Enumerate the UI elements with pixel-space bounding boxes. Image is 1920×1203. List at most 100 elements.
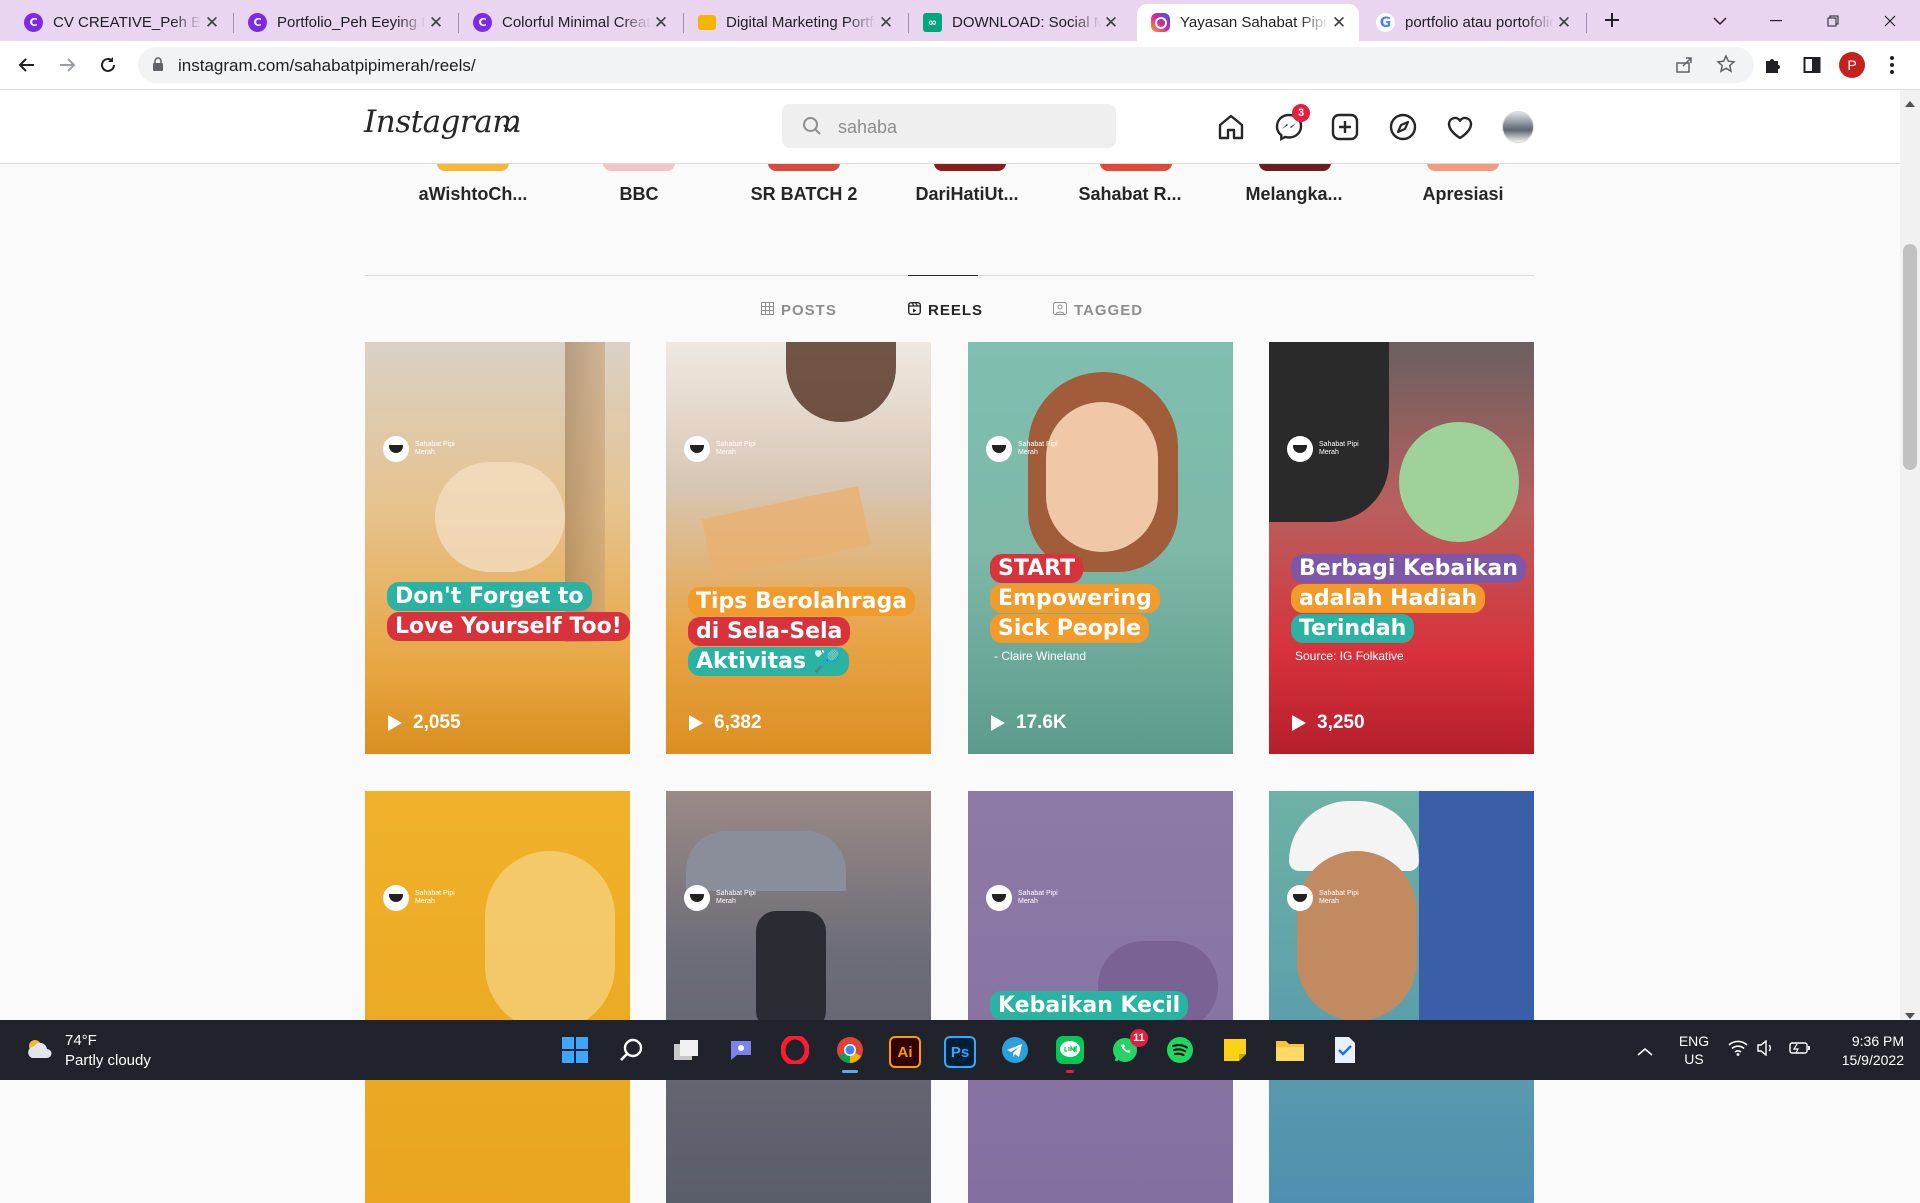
reel-caption: Berbagi Kebaikan adalah Hadiah Terindah … (1291, 554, 1526, 663)
task-view-icon[interactable] (669, 1033, 703, 1067)
profile-avatar[interactable] (1501, 110, 1535, 144)
highlight-label[interactable]: Melangka... (1219, 184, 1369, 205)
scrollbar-thumb[interactable] (1903, 244, 1917, 470)
browser-tab-active[interactable]: Yayasan Sahabat Pipi Merah ✕ (1137, 4, 1359, 41)
brand-label: Sahabat Pipi Merah (1018, 441, 1058, 456)
weather-desc[interactable]: Partly cloudy (65, 1052, 151, 1069)
profile-avatar[interactable]: P (1836, 49, 1868, 81)
instagram-logo[interactable]: Instagram (364, 104, 522, 140)
extensions-puzzle-icon[interactable] (1756, 49, 1788, 81)
browser-tab[interactable]: C Colorful Minimal Creative ✕ (459, 4, 681, 41)
search-input[interactable] (836, 104, 1100, 150)
wifi-icon[interactable] (1728, 1040, 1748, 1061)
battery-icon[interactable] (1789, 1041, 1811, 1060)
share-icon[interactable] (1674, 55, 1694, 80)
highlight-label[interactable]: SR BATCH 2 (729, 184, 879, 205)
reel-tile[interactable]: Sahabat Pipi Merah (666, 791, 931, 1203)
new-tab-plus-icon[interactable] (1596, 4, 1628, 36)
browser-tab[interactable]: ∞ DOWNLOAD: Social Media ✕ (909, 4, 1131, 41)
minimize-icon[interactable] (1748, 0, 1804, 41)
close-icon[interactable]: ✕ (876, 13, 896, 33)
scroll-up-icon[interactable] (1905, 94, 1915, 112)
play-icon (991, 715, 1005, 731)
weather-temp[interactable]: 74°F (65, 1032, 97, 1049)
reel-tile[interactable]: Sahabat Pipi Merah (365, 791, 630, 1203)
bookmark-star-icon[interactable] (1716, 54, 1736, 79)
highlight-label[interactable]: DariHatiUt... (892, 184, 1042, 205)
brand-label: Sahabat Pipi Merah (716, 441, 756, 456)
brand-logo-icon (383, 885, 409, 911)
close-icon[interactable]: ✕ (1329, 13, 1349, 33)
close-icon[interactable]: ✕ (202, 13, 222, 33)
teams-chat-icon[interactable] (724, 1033, 758, 1067)
brand-watermark: Sahabat Pipi Merah (684, 885, 756, 911)
reel-tile[interactable]: Sahabat Pipi Merah Kebaikan Kecil (968, 791, 1233, 1203)
chrome-icon[interactable] (833, 1033, 867, 1073)
chevron-down-icon[interactable] (503, 120, 517, 138)
reel-tile[interactable]: Sahabat Pipi Merah START Empowering Sick… (968, 342, 1233, 754)
restore-icon[interactable] (1805, 0, 1861, 41)
highlight-ring (1259, 163, 1331, 171)
search-box[interactable] (782, 104, 1116, 150)
whatsapp-icon[interactable]: 11 (1108, 1029, 1148, 1067)
telegram-icon[interactable] (998, 1033, 1032, 1067)
heart-activity-icon[interactable] (1443, 110, 1477, 144)
highlight-label[interactable]: Sahabat R... (1055, 184, 1205, 205)
brand-label: Sahabat Pipi Merah (716, 890, 756, 905)
weather-cloud-icon[interactable] (24, 1036, 54, 1067)
menu-kebab-icon[interactable] (1876, 49, 1908, 81)
illustrator-icon[interactable]: Ai (889, 1036, 921, 1068)
instagram-header: Instagram 3 (0, 90, 1900, 164)
avatar-image (1502, 111, 1534, 143)
page-scrollbar[interactable] (1900, 90, 1920, 1020)
tab-search-chevron-icon[interactable] (1692, 0, 1748, 41)
reel-tile[interactable]: Sahabat Pipi Merah (1269, 791, 1534, 1203)
back-arrow-icon[interactable] (11, 49, 43, 81)
highlight-label[interactable]: BBC (564, 184, 714, 205)
explore-compass-icon[interactable] (1386, 110, 1420, 144)
sticky-notes-icon[interactable] (1218, 1033, 1252, 1067)
tab-tagged[interactable]: TAGGED (1053, 300, 1143, 320)
highlight-label[interactable]: aWishtoCh... (398, 184, 548, 205)
opera-icon[interactable] (778, 1033, 812, 1067)
browser-tab[interactable]: G portfolio atau portofolio ✕ (1362, 4, 1584, 41)
line-icon[interactable] (1053, 1033, 1087, 1073)
reel-tile[interactable]: Sahabat Pipi Merah Don't Forget to Love … (365, 342, 630, 754)
language-indicator[interactable]: ENG US (1677, 1032, 1711, 1068)
tab-posts[interactable]: POSTS (761, 300, 837, 320)
document-app-icon[interactable] (1328, 1033, 1362, 1067)
forward-arrow-icon[interactable] (51, 49, 83, 81)
browser-tab[interactable]: C CV CREATIVE_Peh Eeying ✕ (10, 4, 232, 41)
messenger-icon[interactable]: 3 (1272, 104, 1310, 144)
volume-icon[interactable] (1756, 1039, 1776, 1061)
reel-tile[interactable]: Sahabat Pipi Merah Tips Berolahraga di S… (666, 342, 931, 754)
clock[interactable]: 9:36 PM 15/9/2022 (1820, 1032, 1904, 1070)
spotify-icon[interactable] (1163, 1033, 1197, 1067)
window-close-icon[interactable] (1862, 0, 1918, 41)
new-post-icon[interactable] (1328, 110, 1362, 144)
caption-line: Empowering (990, 584, 1160, 613)
home-icon[interactable] (1214, 110, 1248, 144)
close-icon[interactable]: ✕ (1554, 13, 1574, 33)
reload-icon[interactable] (92, 49, 124, 81)
reel-caption: Don't Forget to Love Yourself Too! (387, 582, 630, 642)
chevron-up-icon[interactable] (1637, 1044, 1653, 1062)
close-icon[interactable]: ✕ (426, 13, 446, 33)
file-explorer-icon[interactable] (1273, 1033, 1307, 1067)
close-icon[interactable]: ✕ (1101, 13, 1121, 33)
url-text: instagram.com/sahabatpipimerah/reels/ (178, 56, 476, 75)
canva-icon: C (248, 13, 267, 32)
highlight-label[interactable]: Apresiasi (1388, 184, 1538, 205)
windows-start-icon[interactable] (558, 1033, 592, 1067)
search-icon[interactable] (614, 1033, 648, 1067)
close-icon[interactable]: ✕ (651, 13, 671, 33)
windows-taskbar: 74°F Partly cloudy Ai Ps 11 ENG US 9:36 … (0, 1020, 1920, 1080)
reel-tile[interactable]: Sahabat Pipi Merah Berbagi Kebaikan adal… (1269, 342, 1534, 754)
browser-tab[interactable]: C Portfolio_Peh Eeying Digital ✕ (234, 4, 456, 41)
browser-tab[interactable]: Digital Marketing Portfolio ✕ (684, 4, 906, 41)
address-bar[interactable]: instagram.com/sahabatpipimerah/reels/ (138, 47, 1754, 83)
tab-reels[interactable]: REELS (907, 300, 983, 320)
tab-label: POSTS (781, 301, 837, 319)
side-panel-icon[interactable] (1796, 49, 1828, 81)
photoshop-icon[interactable]: Ps (944, 1036, 976, 1068)
